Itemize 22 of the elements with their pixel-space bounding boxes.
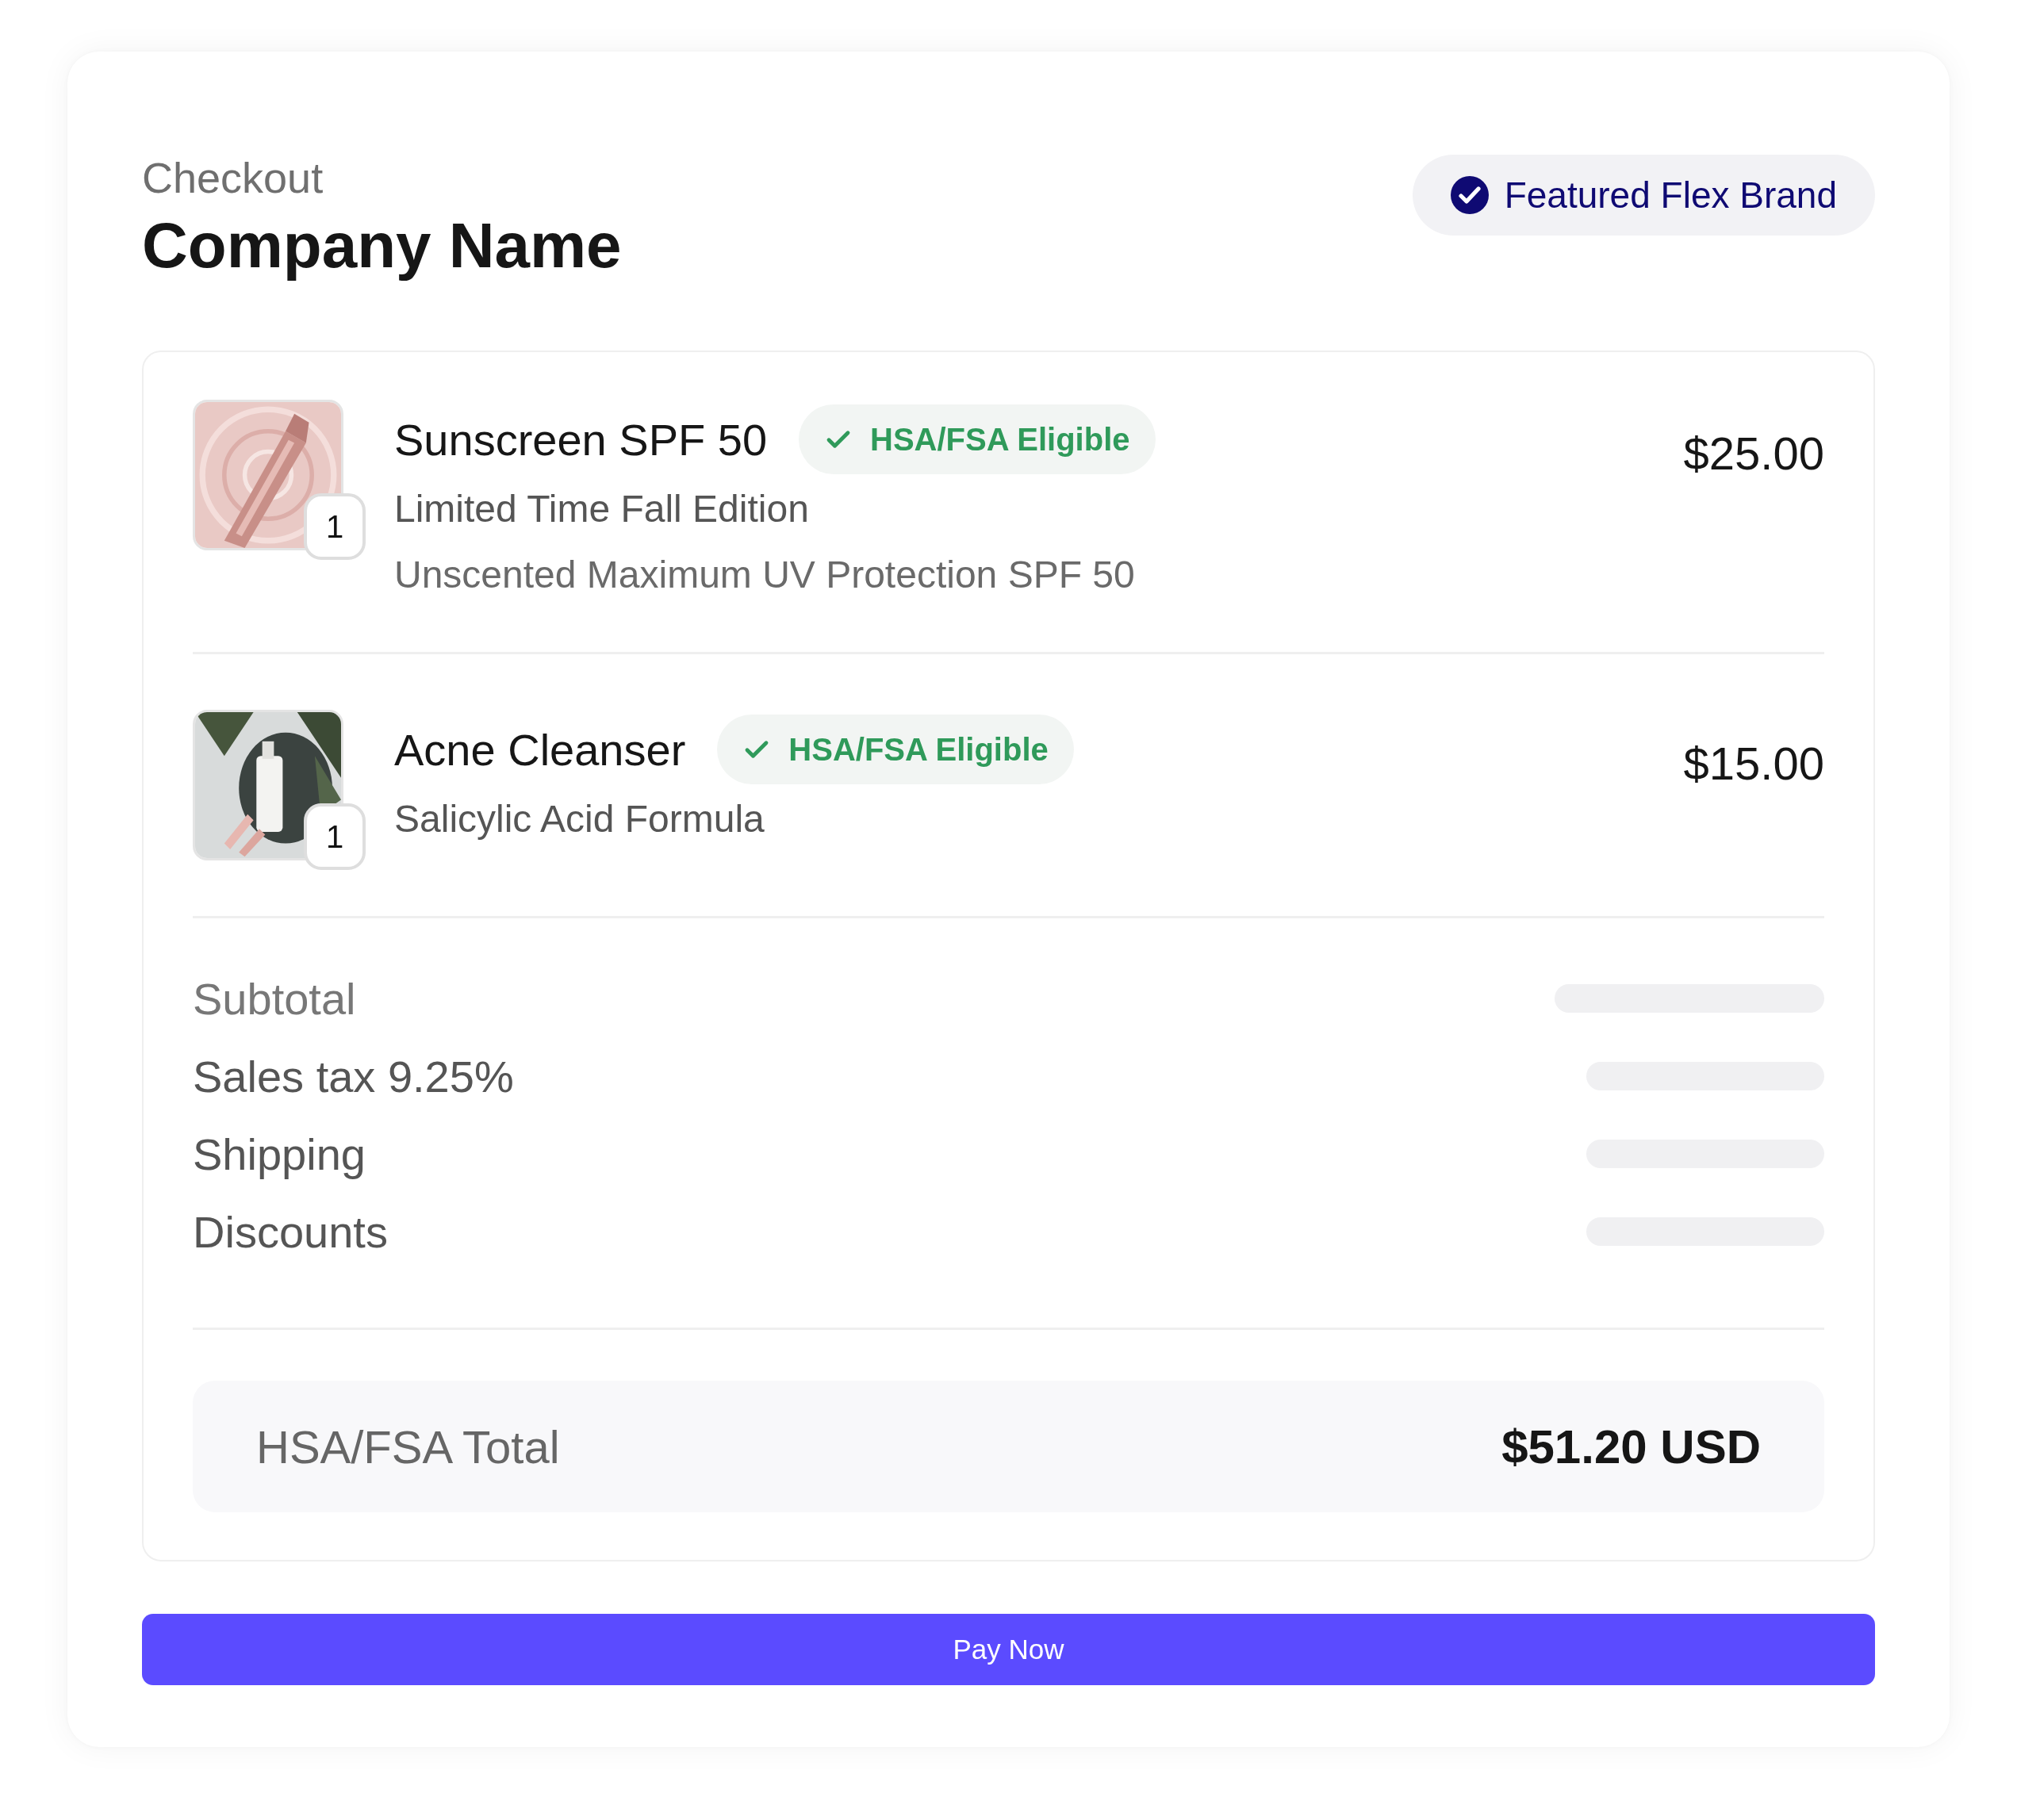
checkout-label: Checkout bbox=[142, 155, 324, 202]
quantity-badge: 1 bbox=[304, 493, 366, 561]
tag-label: HSA/FSA Eligible bbox=[788, 731, 1049, 768]
item-price: $15.00 bbox=[1683, 737, 1824, 791]
summary-label: Subtotal bbox=[193, 972, 356, 1025]
tag-label: HSA/FSA Eligible bbox=[870, 421, 1130, 458]
product-description: Limited Time Fall Edition bbox=[394, 487, 810, 531]
summary-label: Sales tax 9.25% bbox=[193, 1050, 514, 1102]
total-amount: $51.20 USD bbox=[1501, 1419, 1761, 1474]
company-name: Company Name bbox=[142, 211, 622, 282]
item-price: $25.00 bbox=[1683, 427, 1824, 481]
summary-label: Discounts bbox=[193, 1205, 388, 1258]
total-label: HSA/FSA Total bbox=[256, 1420, 560, 1473]
product-description: Unscented Maximum UV Protection SPF 50 bbox=[394, 553, 1136, 597]
product-name: Acne Cleanser bbox=[394, 723, 686, 776]
check-circle-icon bbox=[1450, 176, 1489, 214]
badge-label: Featured Flex Brand bbox=[1504, 174, 1837, 216]
quantity-badge: 1 bbox=[304, 803, 366, 871]
pay-now-button[interactable]: Pay Now bbox=[142, 1614, 1875, 1686]
summary-label: Shipping bbox=[193, 1128, 366, 1180]
product-name: Sunscreen SPF 50 bbox=[394, 413, 768, 466]
product-description: Salicylic Acid Formula bbox=[394, 797, 765, 841]
